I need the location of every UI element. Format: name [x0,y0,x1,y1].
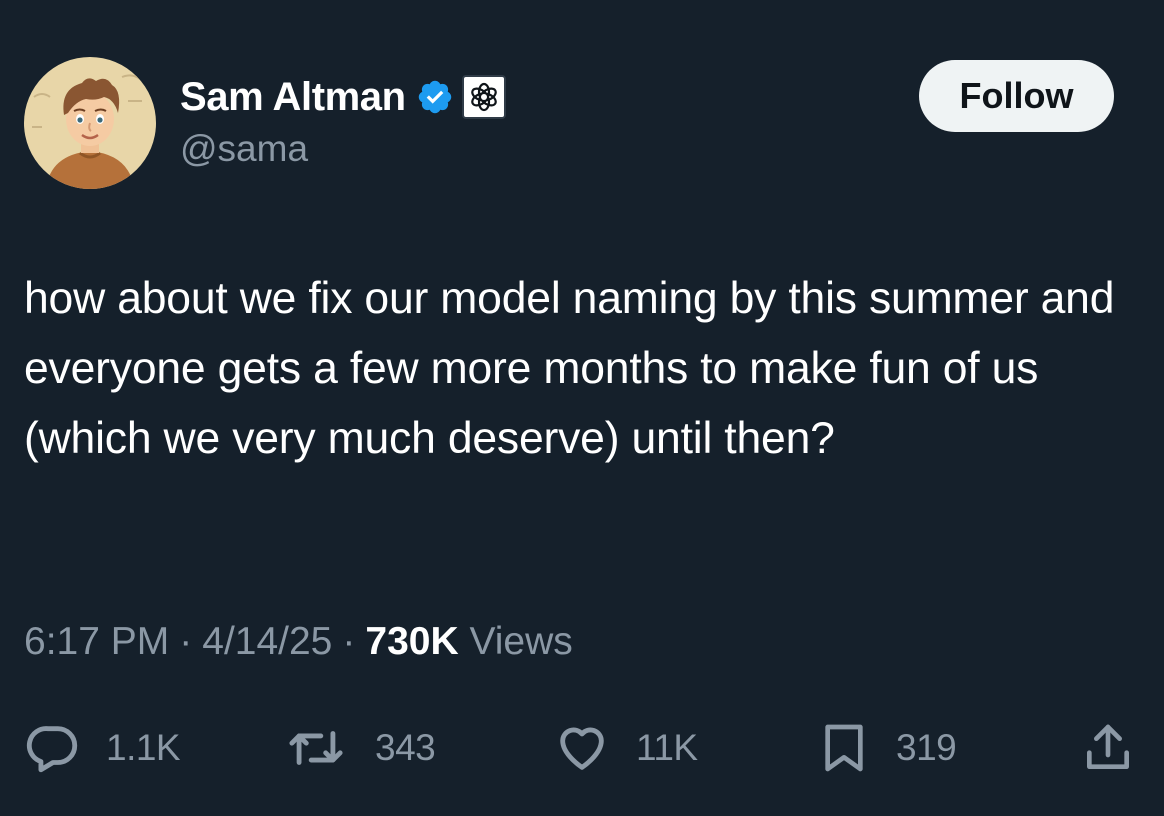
tweet-card: Sam Altman @sama Follow how about we fix… [0,0,1164,816]
repost-button[interactable]: 343 [283,719,436,777]
bookmark-button[interactable]: 319 [816,719,957,777]
verified-check-icon[interactable] [416,78,454,116]
follow-button[interactable]: Follow [919,60,1114,132]
tweet-meta: 6:17 PM · 4/14/25 · 730K Views [24,620,573,664]
openai-logo-icon[interactable] [461,75,506,119]
views-label: Views [469,620,573,663]
heart-icon [552,719,612,777]
like-count: 11K [636,727,698,768]
avatar-illustration [24,57,156,189]
meta-separator: · [179,620,193,663]
repost-icon [283,719,349,777]
reply-count: 1.1K [106,727,181,768]
reply-button[interactable]: 1.1K [24,719,181,777]
bookmark-count: 319 [896,727,957,768]
avatar[interactable] [24,57,156,189]
reply-icon [24,719,82,777]
repost-count: 343 [375,727,436,768]
tweet-text: how about we fix our model naming by thi… [24,274,1115,463]
handle[interactable]: @sama [180,128,506,170]
meta-separator: · [342,620,356,663]
share-button[interactable] [1080,720,1136,776]
timestamp-time[interactable]: 6:17 PM [24,620,169,663]
author-block: Sam Altman @sama [180,72,506,170]
share-icon [1080,719,1136,777]
display-name[interactable]: Sam Altman [180,75,406,120]
views-count: 730K [365,620,459,663]
timestamp-date[interactable]: 4/14/25 [202,620,332,663]
like-button[interactable]: 11K [552,720,698,776]
name-row: Sam Altman [180,72,506,122]
bookmark-icon [816,719,872,777]
